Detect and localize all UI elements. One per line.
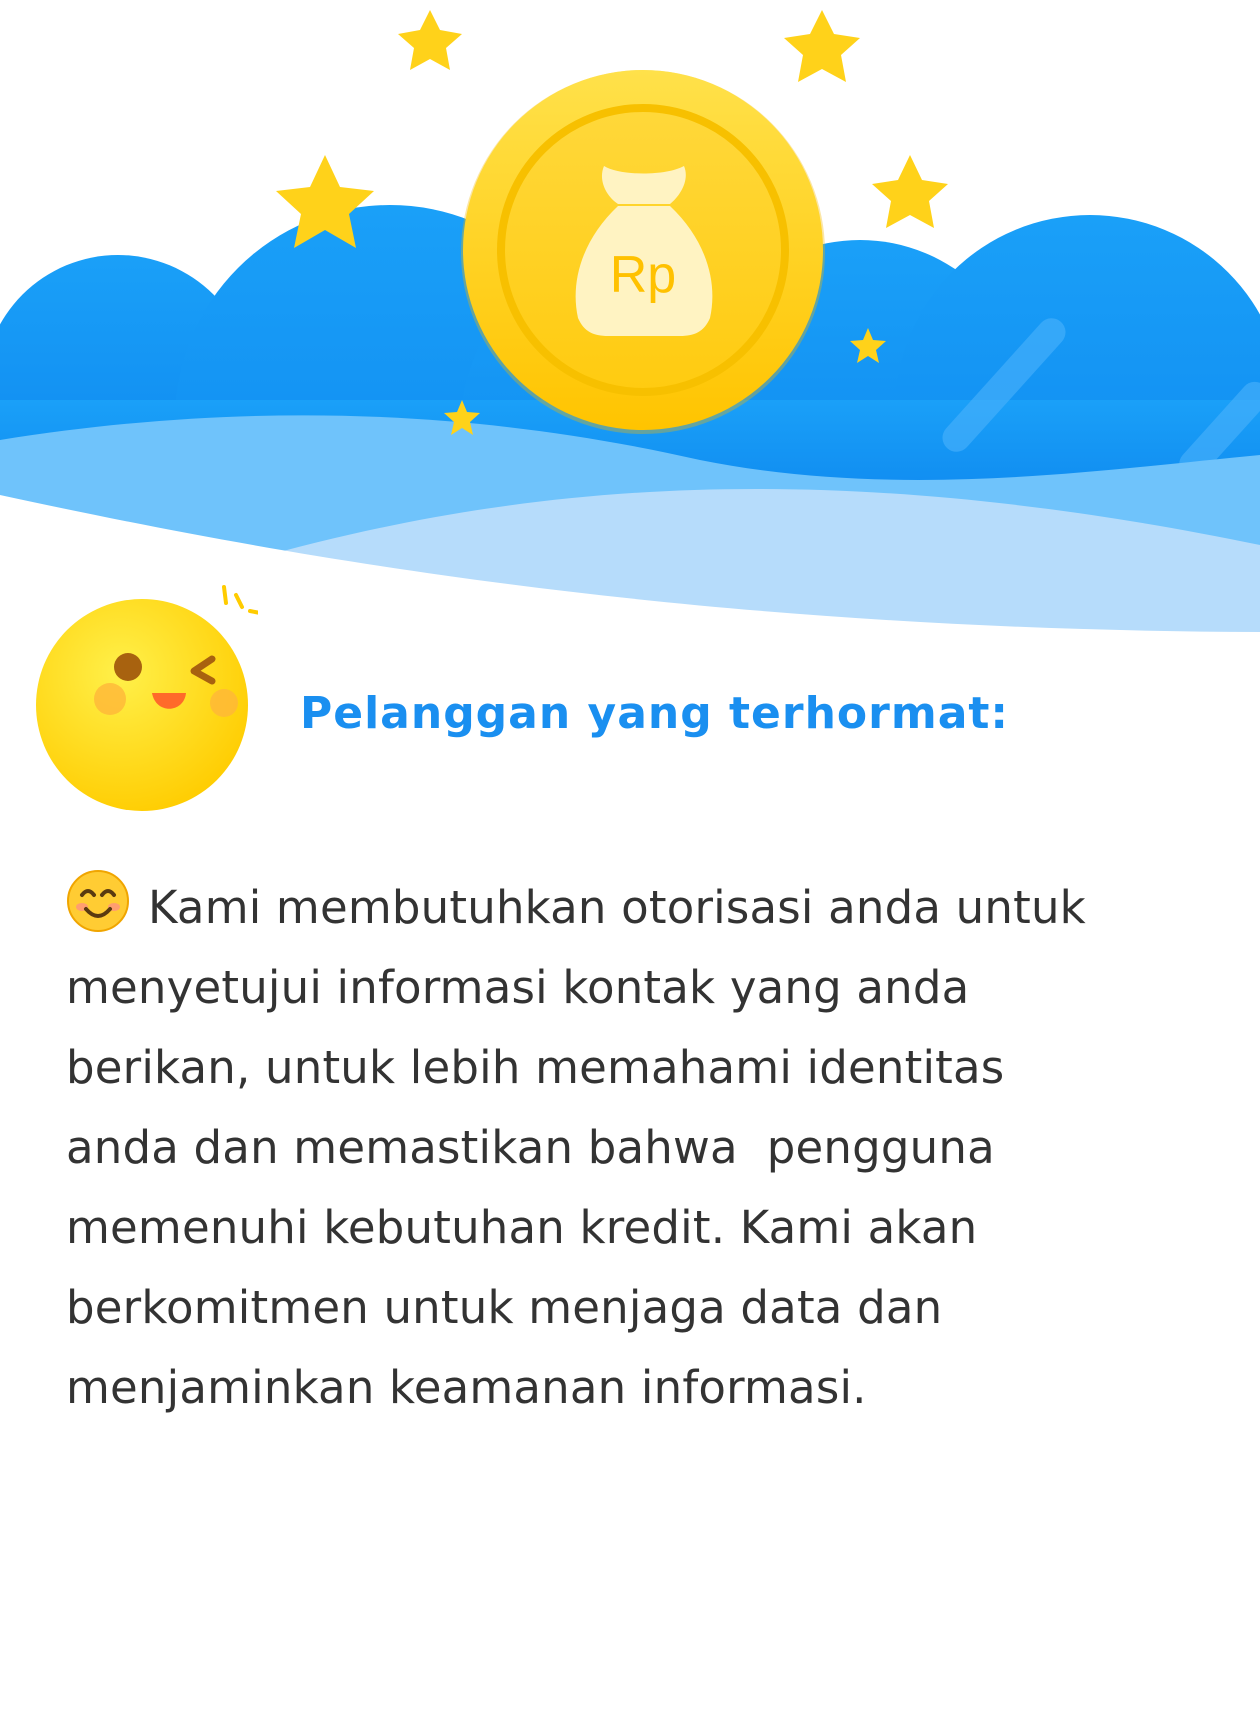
- star-icon: [398, 10, 462, 70]
- winking-mascot-icon: [28, 575, 262, 815]
- message-line: menyetujui informasi kontak yang anda: [66, 961, 970, 1014]
- message-line: Kami membutuhkan otorisasi anda untuk: [66, 868, 1196, 948]
- message-line-text: Kami membutuhkan otorisasi anda untuk: [148, 881, 1086, 934]
- message-line: memenuhi kebutuhan kredit. Kami akan: [66, 1201, 978, 1254]
- star-icon: [872, 155, 948, 228]
- smiling-face-icon: [67, 870, 129, 932]
- coin-icon: Rp: [461, 70, 825, 434]
- star-icon: [784, 10, 860, 82]
- authorization-message: Kami membutuhkan otorisasi anda untuk me…: [66, 868, 1196, 1428]
- hero-illustration: Rp: [0, 0, 1260, 660]
- greeting-heading: Pelanggan yang terhormat:: [300, 688, 1010, 739]
- message-line: berkomitmen untuk menjaga data dan: [66, 1281, 943, 1334]
- message-line: berikan, untuk lebih memahami identitas: [66, 1041, 1005, 1094]
- message-line: menjaminkan keamanan informasi.: [66, 1361, 867, 1414]
- authorization-card: Rp Pelanggan yang terhormat: Kami membut…: [0, 0, 1260, 1720]
- message-line: anda dan memastikan bahwa pengguna: [66, 1121, 995, 1174]
- currency-label: Rp: [610, 246, 676, 304]
